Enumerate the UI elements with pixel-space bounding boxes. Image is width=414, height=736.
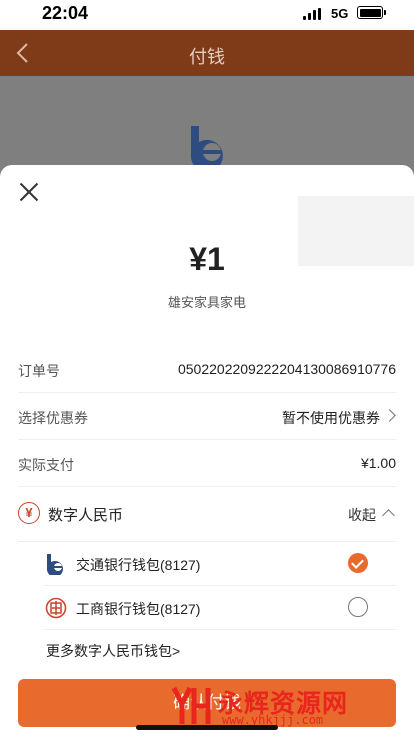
payment-amount: ¥1 [189,241,225,277]
status-bar: 22:04 5G [0,0,414,30]
merchant-name: 雄安家具家电 [167,295,246,310]
signal-icon [303,8,323,20]
chevron-up-icon[interactable] [382,509,395,522]
digital-rmb-icon: ¥ [18,502,40,524]
radio-unselected-icon[interactable] [348,597,368,617]
watermark: 永辉资源网 www.yhkjjj.com [168,682,394,728]
bocom-logo-icon [190,126,223,168]
order-number-label: 订单号 [18,363,60,379]
wallet-label: 交通银行钱包(8127) [76,557,201,573]
actual-payment-value: ¥1.00 [360,455,396,471]
status-time: 22:04 [42,3,89,23]
coupon-row[interactable]: 选择优惠券 暂不使用优惠券 [18,394,396,440]
watermark-logo-icon [171,686,211,724]
home-indicator [136,725,278,730]
collapse-toggle[interactable]: 收起 [348,505,376,525]
digital-currency-label: 数字人民币 [48,507,124,524]
network-type: 5G [331,6,349,21]
coupon-value: 暂不使用优惠券 [282,410,380,426]
battery-icon [357,6,386,19]
chevron-right-icon [383,409,396,422]
actual-payment-row: 实际支付 ¥1.00 [18,441,396,487]
order-number-row: 订单号 0502202209222204130086910776 [18,347,396,393]
order-number-value: 0502202209222204130086910776 [177,361,396,377]
page-title: 付钱 [189,47,225,67]
nav-bar: 付钱 [0,30,414,76]
wallet-option-icbc[interactable]: 工商银行钱包(8127) [44,586,396,630]
close-button[interactable] [18,181,40,203]
coupon-label: 选择优惠券 [18,410,88,426]
digital-currency-row: ¥ 数字人民币 收起 [18,488,396,542]
actual-payment-label: 实际支付 [18,457,74,473]
payment-sheet: ¥1 雄安家具家电 订单号 05022022092222041300869107… [0,165,414,736]
wallet-option-bocom[interactable]: 交通银行钱包(8127) [44,542,396,586]
icbc-logo-icon [45,597,67,619]
more-wallets-link[interactable]: 更多数字人民币钱包> [46,641,180,661]
bocom-logo-icon [46,554,63,575]
selected-check-icon[interactable] [348,553,368,573]
wallet-label: 工商银行钱包(8127) [76,601,201,617]
